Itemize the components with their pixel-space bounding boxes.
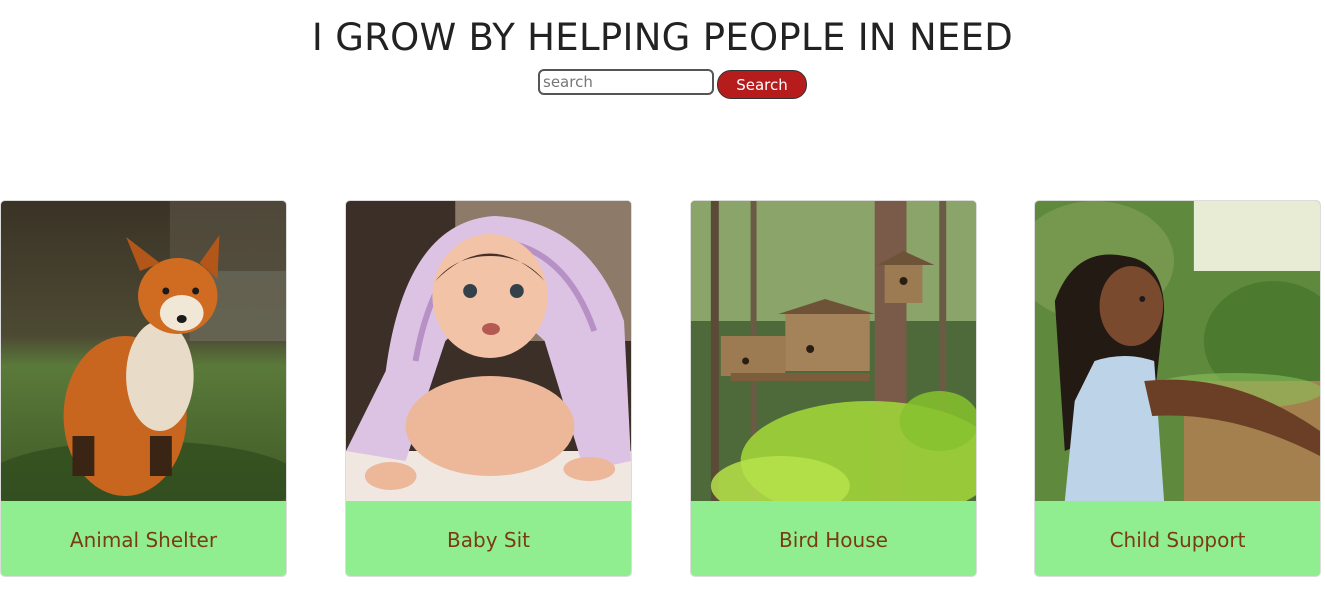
- baby-photo: [346, 201, 631, 501]
- card-title: Baby Sit: [447, 527, 530, 552]
- search-input[interactable]: [538, 69, 714, 95]
- birdhouse-photo: [691, 201, 976, 501]
- card-baby-sit[interactable]: Baby Sit: [345, 200, 632, 577]
- search-bar: Search: [538, 69, 807, 99]
- card-animal-shelter[interactable]: Animal Shelter: [0, 200, 287, 577]
- card-footer: Baby Sit: [346, 501, 631, 576]
- card-title: Bird House: [779, 527, 888, 552]
- card-bird-house[interactable]: Bird House: [690, 200, 977, 577]
- card-footer: Child Support: [1035, 501, 1320, 576]
- page-title: I GROW BY HELPING PEOPLE IN NEED: [311, 16, 1014, 59]
- child-photo: [1035, 201, 1320, 501]
- card-title: Animal Shelter: [69, 527, 218, 552]
- card-footer: Bird House: [691, 501, 976, 576]
- card-child-support[interactable]: Child Support: [1034, 200, 1321, 577]
- card-footer: Animal Shelter: [1, 501, 286, 576]
- search-button[interactable]: Search: [717, 70, 807, 99]
- fox-photo: [1, 201, 286, 501]
- card-title: Child Support: [1109, 527, 1246, 552]
